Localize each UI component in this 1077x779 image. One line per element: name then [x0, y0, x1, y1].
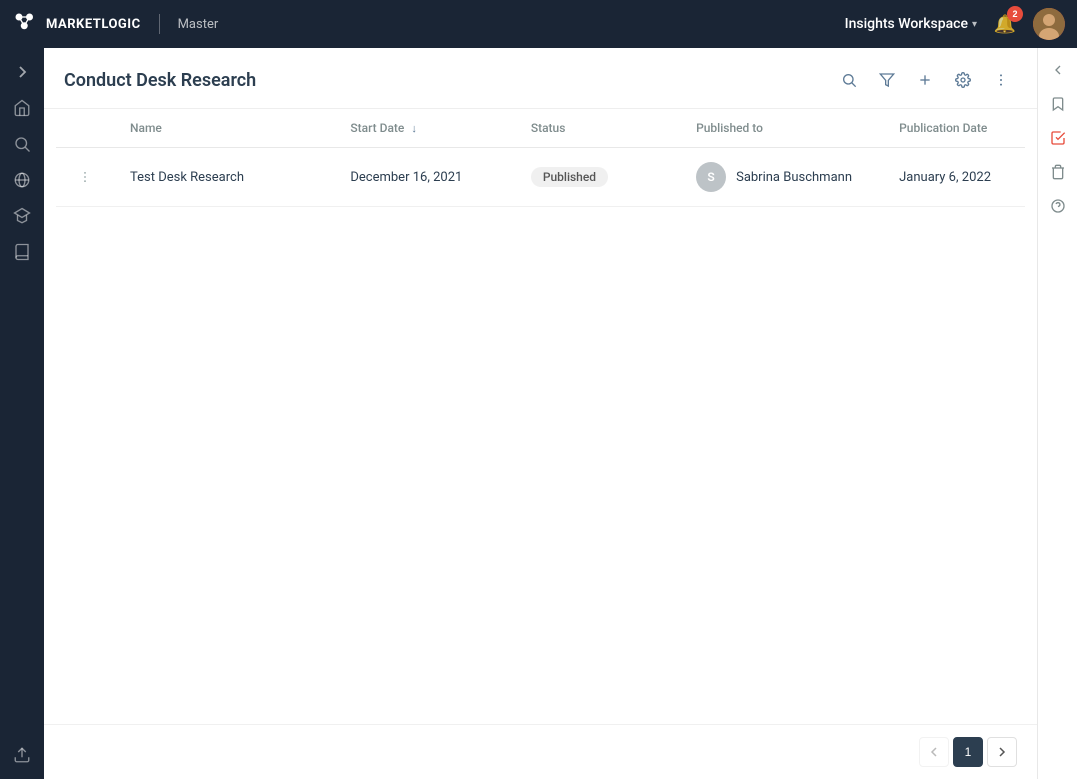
pagination: 1: [44, 724, 1037, 779]
gear-icon: [955, 72, 971, 88]
top-navigation: MARKETLOGIC Master Insights Workspace 🔔 …: [0, 0, 1077, 48]
col-menu: [56, 109, 114, 148]
plus-icon: [917, 72, 933, 88]
notifications-button[interactable]: 🔔 2: [989, 8, 1021, 40]
marketlogic-logo: MARKETLOGIC: [12, 10, 141, 38]
content-header: Conduct Desk Research: [44, 48, 1037, 109]
status-badge: Published: [531, 167, 608, 187]
content-area: Conduct Desk Research: [44, 48, 1037, 779]
more-vertical-icon: [993, 72, 1009, 88]
sidebar-item-globe[interactable]: [6, 164, 38, 196]
row-publication-date: January 6, 2022: [883, 148, 1025, 207]
logo-area: MARKETLOGIC Master: [12, 10, 845, 38]
sidebar-item-home[interactable]: [6, 92, 38, 124]
home-icon: [13, 99, 31, 117]
instance-label: Master: [178, 17, 219, 32]
row-menu-button[interactable]: [72, 168, 98, 186]
right-bookmark-icon[interactable]: [1044, 90, 1072, 118]
sort-icon: ↓: [411, 122, 417, 135]
main-layout: Conduct Desk Research: [0, 48, 1077, 779]
chevron-right-icon: [15, 65, 29, 79]
right-sidebar-toggle[interactable]: [1044, 56, 1072, 84]
page-title: Conduct Desk Research: [64, 70, 825, 91]
question-circle-icon: [1050, 198, 1066, 214]
user-avatar[interactable]: [1033, 8, 1065, 40]
col-status-header: Status: [515, 109, 680, 148]
sidebar-item-upload[interactable]: [6, 739, 38, 771]
upload-icon: [13, 746, 31, 764]
sidebar-toggle-button[interactable]: [6, 56, 38, 88]
settings-button[interactable]: [947, 64, 979, 96]
table-row: Test Desk Research December 16, 2021 Pub…: [56, 148, 1025, 207]
next-page-button[interactable]: [987, 737, 1017, 767]
notification-badge: 2: [1007, 6, 1023, 22]
graduation-cap-icon: [13, 207, 31, 225]
user-avatar-small: S: [696, 162, 726, 192]
chevron-left-icon: [929, 747, 939, 757]
col-startdate-header[interactable]: Start Date ↓: [334, 109, 514, 148]
filter-icon: [879, 72, 895, 88]
col-published-header: Published to: [680, 109, 883, 148]
table-header: Name Start Date ↓ Status Published to: [56, 109, 1025, 148]
page-1-button[interactable]: 1: [953, 737, 983, 767]
row-status: Published: [515, 148, 680, 207]
chevron-left-icon: [1050, 62, 1066, 78]
chevron-right-icon: [997, 747, 1007, 757]
filter-button[interactable]: [871, 64, 903, 96]
search-button[interactable]: [833, 64, 865, 96]
col-pubdate-header: Publication Date: [883, 109, 1025, 148]
add-button[interactable]: [909, 64, 941, 96]
avatar-image: [1033, 8, 1065, 40]
right-sidebar: [1037, 48, 1077, 779]
table-body: Test Desk Research December 16, 2021 Pub…: [56, 148, 1025, 207]
trash-icon: [1050, 164, 1066, 180]
header-actions: [833, 64, 1017, 96]
workspace-selector[interactable]: Insights Workspace: [845, 16, 977, 32]
logo-divider: [159, 14, 160, 34]
logo-text: MARKETLOGIC: [46, 17, 141, 32]
row-name: Test Desk Research: [114, 148, 334, 207]
clipboard-check-icon: [1050, 130, 1066, 146]
col-name-header: Name: [114, 109, 334, 148]
search-icon: [841, 72, 857, 88]
right-tasks-icon[interactable]: [1044, 124, 1072, 152]
more-options-button[interactable]: [985, 64, 1017, 96]
sidebar-item-learn[interactable]: [6, 200, 38, 232]
more-vertical-icon: [78, 170, 92, 184]
sidebar-item-documents[interactable]: [6, 236, 38, 268]
right-trash-icon[interactable]: [1044, 158, 1072, 186]
row-start-date: December 16, 2021: [334, 148, 514, 207]
sidebar-item-search[interactable]: [6, 128, 38, 160]
user-name: Sabrina Buschmann: [736, 170, 852, 185]
bookmark-icon: [1050, 96, 1066, 112]
globe-icon: [13, 171, 31, 189]
avatar-inner: [1033, 8, 1065, 40]
search-icon: [13, 135, 31, 153]
table-container: Name Start Date ↓ Status Published to: [44, 109, 1037, 724]
research-table: Name Start Date ↓ Status Published to: [56, 109, 1025, 207]
user-cell: S Sabrina Buschmann: [696, 162, 867, 192]
book-icon: [13, 243, 31, 261]
nav-right: Insights Workspace 🔔 2: [845, 8, 1065, 40]
row-menu-cell: [56, 148, 114, 207]
row-published-to: S Sabrina Buschmann: [680, 148, 883, 207]
logo-svg: [12, 10, 40, 38]
left-sidebar: [0, 48, 44, 779]
right-help-icon[interactable]: [1044, 192, 1072, 220]
prev-page-button[interactable]: [919, 737, 949, 767]
